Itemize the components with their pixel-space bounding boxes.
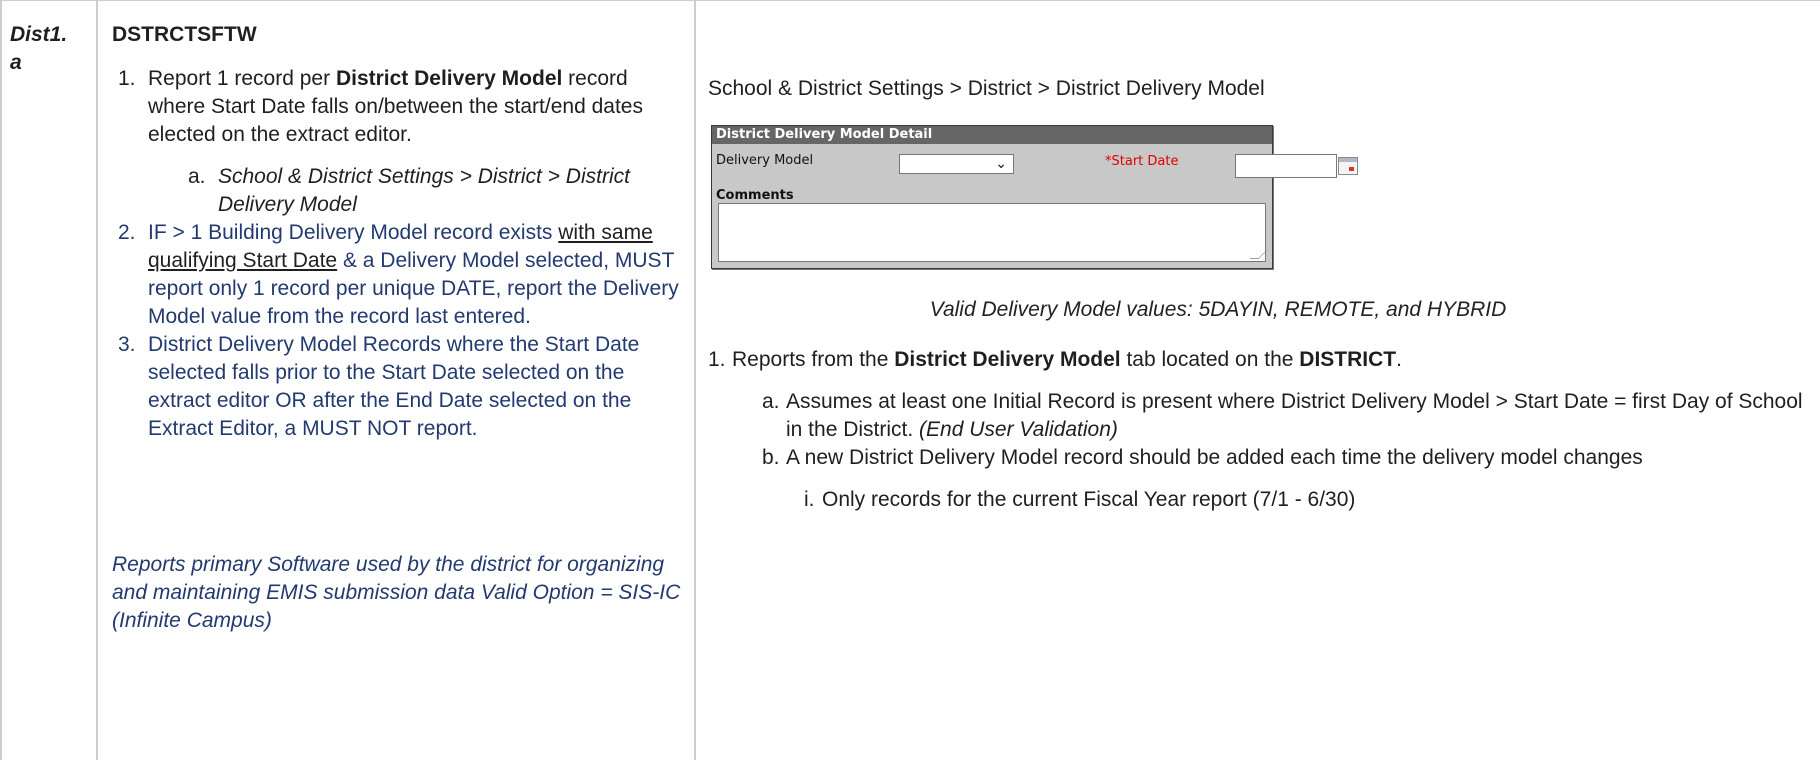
- valid-values-note: Valid Delivery Model values: 5DAYIN, REM…: [929, 298, 1507, 321]
- delivery-model-select[interactable]: ⌄: [899, 154, 1014, 174]
- panel-title: District Delivery Model Detail: [712, 126, 1272, 144]
- list-subitem: b. A new District Delivery Model record …: [762, 446, 1643, 469]
- row-id: Dist1. a: [10, 21, 90, 77]
- list-subitem: a. Assumes at least one Initial Record i…: [762, 390, 1803, 441]
- resize-grip-icon[interactable]: [1249, 250, 1268, 259]
- requirements-list: 1. Report 1 record per District Delivery…: [112, 65, 682, 443]
- chevron-down-icon: ⌄: [995, 156, 1007, 172]
- navigation-path: School & District Settings > District > …: [708, 77, 1265, 100]
- spec-table: Dist1. a DSTRCTSFTW 1. Report 1 record p…: [0, 0, 1820, 760]
- list-subitem: i. Only records for the current Fiscal Y…: [804, 488, 1356, 511]
- calendar-icon[interactable]: [1338, 157, 1358, 175]
- delivery-model-label: Delivery Model: [716, 153, 814, 168]
- column-divider-2: [694, 1, 696, 760]
- district-delivery-model-panel: District Delivery Model Detail Delivery …: [711, 125, 1358, 269]
- list-item: 1. Report 1 record per District Delivery…: [112, 65, 682, 219]
- column-divider-1: [96, 1, 98, 760]
- requirements-cell: DSTRCTSFTW 1. Report 1 record per Distri…: [112, 21, 682, 635]
- list-subitem: a. School & District Settings > District…: [188, 165, 630, 216]
- start-date-input[interactable]: [1235, 154, 1337, 178]
- software-note: Reports primary Software used by the dis…: [112, 553, 681, 632]
- row-id-text: Dist1. a: [10, 23, 68, 74]
- list-item: 2. IF > 1 Building Delivery Model record…: [118, 221, 679, 328]
- location-notes-list: 1. Reports from the District Delivery Mo…: [708, 346, 1808, 514]
- list-item: 1. Reports from the District Delivery Mo…: [708, 348, 1402, 371]
- field-code: DSTRCTSFTW: [112, 23, 257, 46]
- table-border-left: [0, 1, 2, 760]
- comments-textarea[interactable]: [718, 203, 1268, 262]
- list-item: 3. District Delivery Model Records where…: [118, 333, 640, 440]
- start-date-label: *Start Date: [1105, 154, 1179, 169]
